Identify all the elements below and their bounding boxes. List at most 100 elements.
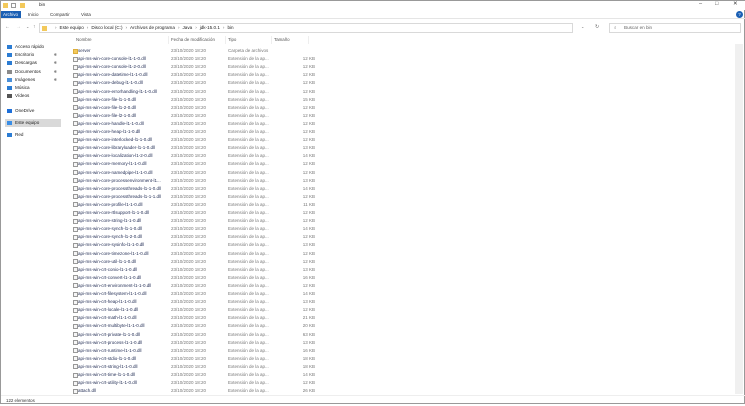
column-header-name[interactable]: Nombre [74,36,169,44]
file-row[interactable]: api-ms-win-core-profile-l1-1-0.dll 23/10/… [73,201,315,209]
sidebar-item-m-sica[interactable]: Música [5,84,61,92]
sidebar-item-descargas[interactable]: Descargas ✱ [5,59,61,67]
forward-icon[interactable]: → [16,24,21,30]
sidebar-item-escritorio[interactable]: Escritorio ✱ [5,51,61,59]
file-row[interactable]: api-ms-win-core-console-l1-1-0.dll 23/10/… [73,55,315,63]
file-row[interactable]: api-ms-win-core-file-l1-1-0.dll 23/10/202… [73,96,315,104]
file-row[interactable]: api-ms-win-crt-utility-l1-1-0.dll 23/10/2… [73,379,315,387]
file-row[interactable]: api-ms-win-core-string-l1-1-0.dll 23/10/2… [73,217,315,225]
breadcrumb-separator[interactable]: › [125,25,127,30]
file-row[interactable]: api-ms-win-core-datetime-l1-1-0.dll 23/10… [73,71,315,79]
column-header-size[interactable]: Tamaño [272,36,309,44]
file-size: 26 KB [302,388,315,394]
breadcrumb-item[interactable]: Java [182,25,192,30]
breadcrumb-separator[interactable]: › [55,25,57,30]
file-row[interactable]: api-ms-win-core-namedpipe-l1-1-0.dll 23/1… [73,169,315,177]
file-row[interactable]: api-ms-win-crt-convert-l1-1-0.dll 23/10/2… [73,274,315,282]
breadcrumb-separator[interactable]: › [178,25,180,30]
file-row[interactable]: api-ms-win-core-handle-l1-1-0.dll 23/10/2… [73,120,315,128]
file-row[interactable]: api-ms-win-core-memory-l1-1-0.dll 23/10/2… [73,160,315,168]
file-row[interactable]: api-ms-win-core-processthreads-l1-1-1.dl… [73,193,315,201]
column-header-date[interactable]: Fecha de modificación [169,36,226,44]
sidebar-item-acceso-r-pido[interactable]: Acceso rápido [5,43,61,51]
file-row[interactable]: api-ms-win-crt-heap-l1-1-0.dll 23/10/2020… [73,298,315,306]
desktop-icon [7,53,12,57]
file-row[interactable]: api-ms-win-core-timezone-l1-1-0.dll 23/10… [73,250,315,258]
up-icon[interactable]: ↑ [33,24,36,30]
vertical-scrollbar[interactable] [735,44,743,394]
breadcrumb-item[interactable]: Este equipo [60,25,84,30]
breadcrumb-item[interactable]: jdk-15.0.1 [200,25,220,30]
folder-row[interactable]: server 23/10/2020 18:20 Carpeta de archivo… [73,47,313,55]
maximize-button[interactable]: □ [715,1,718,7]
help-icon[interactable]: ? [736,11,743,18]
back-icon[interactable]: ← [5,24,10,30]
tab-vista[interactable]: Vista [79,11,93,18]
breadcrumb[interactable]: › Este equipo › Disco local (C:) › Archivos d… [39,23,573,33]
pin-icon[interactable]: ✱ [54,68,57,76]
address-dropdown-icon[interactable]: ⌄ [581,24,584,29]
file-type: Extensión de la ap... [228,331,269,337]
file-row[interactable]: api-ms-win-crt-private-l1-1-0.dll 23/10/2… [73,331,315,339]
file-row[interactable]: api-ms-win-crt-filesystem-l1-1-0.dll 23/1… [73,290,315,298]
sidebar-item-documentos[interactable]: Documentos ✱ [5,68,61,76]
file-row[interactable]: api-ms-win-crt-locale-l1-1-0.dll 23/10/20… [73,306,315,314]
file-row[interactable]: api-ms-win-crt-multibyte-l1-1-0.dll 23/10… [73,322,315,330]
file-row[interactable]: api-ms-win-crt-environment-l1-1-0.dll 23/… [73,282,315,290]
file-row[interactable]: api-ms-win-core-processenvironment-l1...… [73,177,315,185]
tab-inicio[interactable]: Inicio [26,11,41,18]
file-row[interactable]: api-ms-win-crt-stdio-l1-1-0.dll 23/10/202… [73,355,315,363]
properties-icon[interactable] [11,3,16,8]
file-row[interactable]: api-ms-win-crt-string-l1-1-0.dll 23/10/20… [73,363,315,371]
file-row[interactable]: api-ms-win-core-interlocked-l1-1-0.dll 23… [73,136,315,144]
search-input[interactable]: ⌕ Buscar en bin [609,23,741,33]
file-row[interactable]: api-ms-win-core-heap-l1-1-0.dll 23/10/202… [73,128,315,136]
breadcrumb-item[interactable]: Disco local (C:) [91,25,122,30]
file-row[interactable]: api-ms-win-crt-math-l1-1-0.dll 23/10/2020… [73,314,315,322]
breadcrumb-item[interactable]: bin [227,25,233,30]
file-row[interactable]: api-ms-win-core-synch-l1-1-0.dll 23/10/20… [73,225,315,233]
file-date: 23/10/2020 18:20 [171,315,207,321]
new-folder-icon[interactable] [20,3,25,8]
minimize-button[interactable]: – [699,1,702,7]
file-row[interactable]: api-ms-win-core-debug-l1-1-0.dll 23/10/20… [73,79,315,87]
file-row[interactable]: attach.dll 23/10/2020 18:20 Extensión de l… [73,387,315,395]
sidebar-item-im-genes[interactable]: Imágenes ✱ [5,76,61,84]
file-row[interactable]: api-ms-win-core-synch-l1-2-0.dll 23/10/20… [73,233,315,241]
file-name: api-ms-win-core-string-l1-1-0.dll [78,218,142,224]
file-row[interactable]: api-ms-win-core-util-l1-1-0.dll 23/10/202… [73,258,315,266]
close-button[interactable]: ✕ [733,1,738,7]
file-row[interactable]: api-ms-win-core-localization-l1-2-0.dll 2… [73,152,315,160]
breadcrumb-separator[interactable]: › [223,25,225,30]
refresh-icon[interactable]: ↻ [595,24,599,30]
tab-compartir[interactable]: Compartir [48,11,72,18]
file-row[interactable]: api-ms-win-crt-runtime-l1-1-0.dll 23/10/2… [73,347,315,355]
file-row[interactable]: api-ms-win-core-rtlsupport-l1-1-0.dll 23/… [73,209,315,217]
sidebar-item-v-deos[interactable]: Vídeos [5,92,61,100]
file-row[interactable]: api-ms-win-crt-time-l1-1-0.dll 23/10/2020… [73,371,315,379]
recent-chevron-icon[interactable]: ⌄ [26,24,29,29]
file-row[interactable]: api-ms-win-core-libraryloader-l1-1-0.dll… [73,144,315,152]
sidebar-item-onedrive[interactable]: OneDrive [5,107,61,115]
file-row[interactable]: api-ms-win-core-processthreads-l1-1-0.dl… [73,185,315,193]
file-row[interactable]: api-ms-win-core-errorhandling-l1-1-0.dll… [73,88,315,96]
breadcrumb-separator[interactable]: › [87,25,89,30]
sidebar-item-red[interactable]: Red [5,131,61,139]
file-type: Extensión de la ap... [228,64,269,70]
breadcrumb-separator[interactable]: › [195,25,197,30]
file-row[interactable]: api-ms-win-crt-process-l1-1-0.dll 23/10/2… [73,339,315,347]
file-row[interactable]: api-ms-win-core-sysinfo-l1-1-0.dll 23/10/… [73,241,315,249]
pin-icon[interactable]: ✱ [54,51,57,59]
file-row[interactable]: api-ms-win-core-file-l1-2-0.dll 23/10/202… [73,104,315,112]
file-row[interactable]: api-ms-win-crt-conio-l1-1-0.dll 23/10/202… [73,266,315,274]
file-row[interactable]: api-ms-win-core-console-l1-2-0.dll 23/10/… [73,63,315,71]
breadcrumb-item[interactable]: Archivos de programa [130,25,175,30]
pin-icon[interactable]: ✱ [54,59,57,67]
file-type: Extensión de la ap... [228,380,269,386]
pin-icon[interactable]: ✱ [54,76,57,84]
column-header-type[interactable]: Tipo [226,36,272,44]
sidebar-item-este-equipo[interactable]: Este equipo [5,119,61,127]
file-row[interactable]: api-ms-win-core-file-l2-1-0.dll 23/10/202… [73,112,315,120]
tab-archivo[interactable]: Archivo [1,11,21,18]
file-size: 14 KB [302,291,315,296]
